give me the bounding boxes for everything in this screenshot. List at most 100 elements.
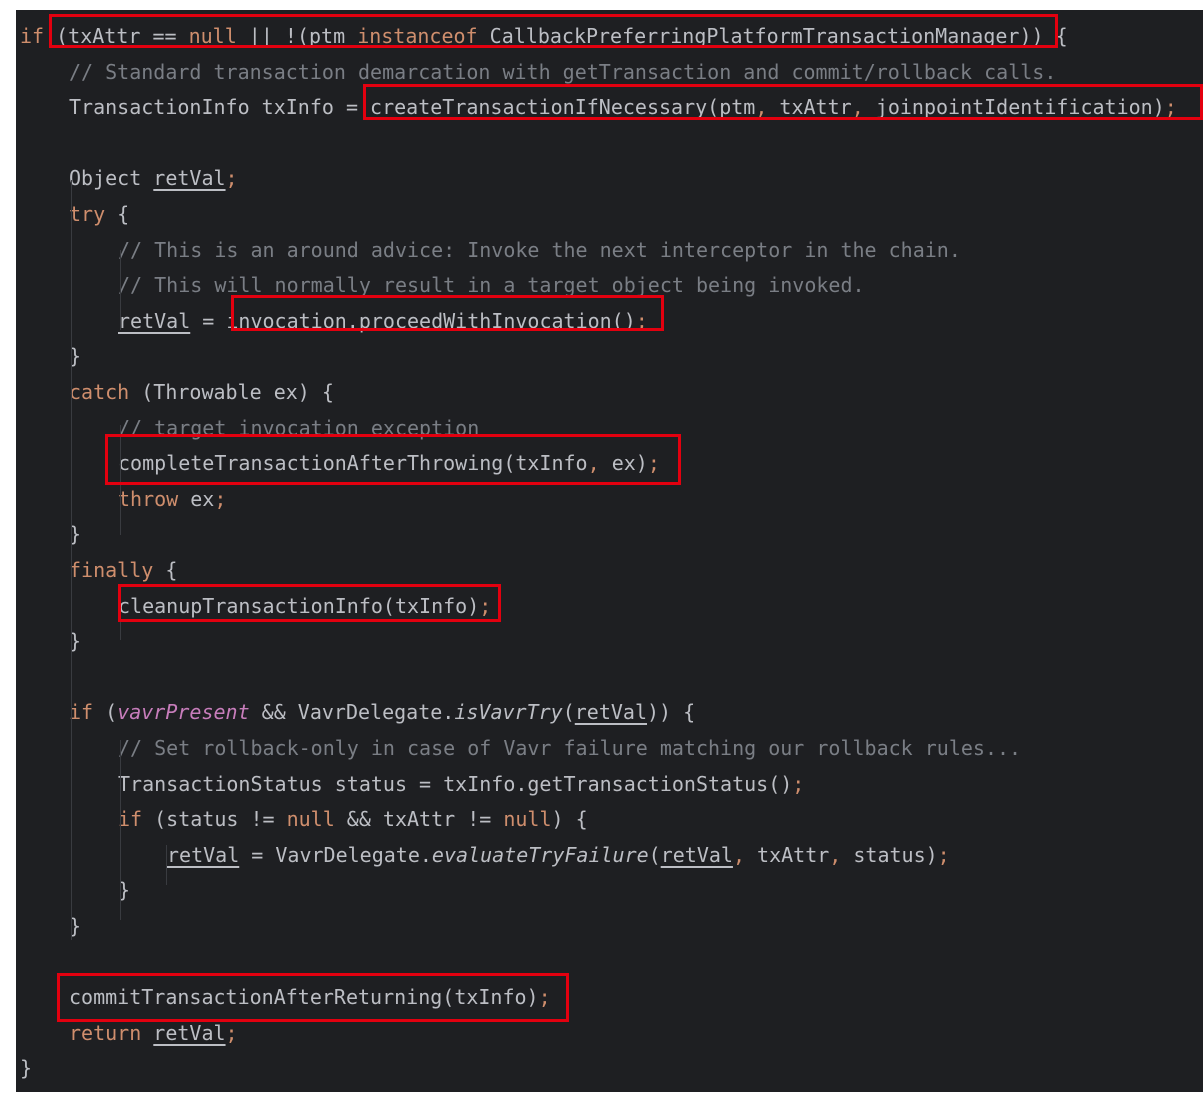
code-editor[interactable]: if (txAttr == null || !(ptm instanceof C…: [16, 10, 1203, 1092]
code-token: ;: [225, 1020, 238, 1045]
code-token: ,: [851, 95, 864, 120]
code-token: {: [105, 202, 130, 226]
code-line: retVal = VavrDelegate.evaluateTryFailure…: [167, 838, 950, 873]
code-token: ;: [792, 771, 805, 796]
code-token: ;: [937, 842, 950, 867]
code-line: catch (Throwable ex) {: [69, 375, 334, 410]
code-token: ;: [479, 593, 492, 618]
code-token: retVal: [153, 1020, 226, 1045]
code-token: (Throwable ex) {: [129, 380, 334, 404]
code-token: ;: [1164, 95, 1177, 120]
code-token: {: [153, 558, 178, 582]
code-token: (status !=: [142, 807, 287, 832]
code-token: && VavrDelegate.: [249, 700, 455, 725]
code-token: CallbackPreferringPlatformTransactionMan…: [477, 24, 1068, 48]
code-token: ;: [647, 451, 660, 476]
code-line: retVal = invocation.proceedWithInvocatio…: [118, 304, 648, 339]
code-token: try: [69, 202, 106, 226]
code-token: if: [69, 700, 94, 725]
code-token: // Standard transaction demarcation with…: [69, 59, 1057, 84]
code-token: // target invocation exception: [118, 415, 480, 440]
code-token: txAttr: [767, 95, 852, 120]
code-line: if (vavrPresent && VavrDelegate.isVavrTr…: [69, 695, 695, 730]
code-token: = VavrDelegate.: [239, 842, 432, 867]
code-token: ;: [635, 308, 648, 333]
code-token: if: [20, 24, 45, 48]
code-line: // Standard transaction demarcation with…: [69, 55, 1056, 90]
code-line: completeTransactionAfterThrowing(txInfo,…: [118, 446, 660, 481]
code-token: status): [841, 842, 938, 867]
code-line: commitTransactionAfterReturning(txInfo);: [69, 980, 551, 1015]
code-token: commitTransactionAfterReturning(txInfo): [69, 985, 539, 1010]
code-token: ;: [538, 985, 551, 1010]
code-token: retVal: [660, 842, 733, 867]
code-token: null: [286, 807, 335, 832]
code-line: TransactionInfo txInfo = createTransacti…: [69, 90, 1177, 125]
code-line: // This will normally result in a target…: [118, 268, 865, 303]
code-token: ,: [829, 842, 842, 867]
code-line: cleanupTransactionInfo(txInfo);: [118, 589, 491, 624]
code-token: retVal: [118, 308, 191, 333]
code-token: }: [20, 1056, 33, 1081]
code-line: throw ex;: [118, 482, 226, 517]
code-token: joinpointIdentification): [863, 95, 1165, 120]
code-token: if: [118, 807, 143, 832]
code-token: || !(ptm: [236, 24, 358, 48]
code-token: ex: [178, 486, 215, 511]
indent-guide: [71, 180, 72, 940]
code-token: catch: [69, 380, 130, 404]
code-token: && txAttr !=: [334, 807, 504, 832]
code-token: // This is an around advice: Invoke the …: [118, 237, 961, 262]
code-line: }: [20, 1051, 32, 1086]
code-token: instanceof: [357, 24, 478, 48]
code-line: TransactionStatus status = txInfo.getTra…: [118, 767, 804, 802]
code-token: ,: [755, 95, 768, 120]
code-token: ex): [599, 451, 648, 476]
code-token: )) {: [647, 700, 696, 725]
indent-guide: [120, 250, 121, 330]
code-line: finally {: [69, 553, 177, 588]
code-token: TransactionInfo txInfo = createTransacti…: [69, 95, 756, 120]
code-line: if (txAttr == null || !(ptm instanceof C…: [20, 19, 1068, 54]
code-token: txAttr: [745, 842, 830, 867]
code-line: try {: [69, 197, 129, 232]
code-token: (: [93, 700, 118, 725]
code-line: return retVal;: [69, 1016, 238, 1051]
code-token: return: [69, 1020, 142, 1045]
code-token: (txAttr ==: [44, 24, 189, 48]
code-line: if (status != null && txAttr != null) {: [118, 802, 588, 837]
code-token: retVal: [153, 166, 226, 191]
code-token: ,: [587, 451, 600, 476]
indent-guide: [166, 845, 167, 885]
code-line: // target invocation exception: [118, 411, 479, 446]
code-token: TransactionStatus status = txInfo.getTra…: [118, 771, 793, 796]
code-line: // This is an around advice: Invoke the …: [118, 233, 961, 268]
code-token: null: [188, 24, 237, 48]
code-token: null: [503, 807, 552, 832]
code-token: evaluateTryFailure: [431, 842, 649, 867]
code-token: throw: [118, 486, 179, 511]
code-token: (: [562, 700, 575, 725]
code-line: Object retVal;: [69, 161, 238, 196]
code-line: // Set rollback-only in case of Vavr fai…: [118, 731, 1021, 766]
code-token: retVal: [167, 842, 240, 867]
code-token: ,: [732, 842, 745, 867]
code-token: retVal: [574, 700, 648, 725]
code-token: (: [648, 842, 661, 867]
code-token: ) {: [551, 807, 588, 832]
indent-guide: [120, 740, 121, 920]
code-token: isVavrTry: [454, 700, 563, 725]
code-token: ;: [225, 166, 238, 191]
code-token: // Set rollback-only in case of Vavr fai…: [118, 736, 1022, 760]
indent-guide: [120, 600, 121, 640]
code-token: cleanupTransactionInfo(txInfo): [118, 593, 480, 618]
indent-guide: [120, 425, 121, 535]
code-token: = invocation.proceedWithInvocation(): [190, 308, 636, 333]
code-token: finally: [69, 558, 154, 582]
code-token: vavrPresent: [117, 700, 250, 725]
code-token: completeTransactionAfterThrowing(txInfo: [118, 451, 588, 476]
code-token: Object: [69, 166, 154, 191]
code-token: // This will normally result in a target…: [118, 273, 865, 298]
code-token: ;: [214, 486, 227, 511]
